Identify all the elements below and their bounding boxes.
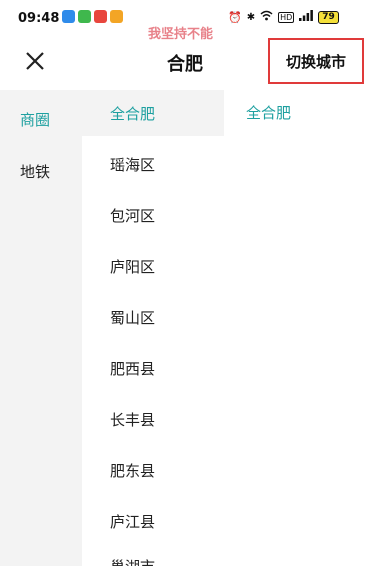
notification-icons xyxy=(62,10,123,23)
app-notification-icon xyxy=(78,10,91,23)
sidebar-item-business-district[interactable]: 商圈 xyxy=(20,109,50,130)
district-item[interactable]: 肥西县 xyxy=(110,358,155,379)
switch-city-button[interactable]: 切换城市 xyxy=(268,38,364,84)
bluetooth-icon: ✱ xyxy=(246,11,256,23)
status-bar: 09:48 我坚持不能 ⏰ ✱ HD 79 xyxy=(0,0,370,42)
district-item[interactable]: 包河区 xyxy=(110,205,155,226)
battery-icon: 79 xyxy=(318,10,339,24)
district-item[interactable]: 全合肥 xyxy=(110,103,155,124)
signal-icon xyxy=(299,10,314,24)
category-sidebar: 商圈 地铁 xyxy=(0,90,82,566)
district-item[interactable]: 蜀山区 xyxy=(110,307,155,328)
watermark-text: 我坚持不能 xyxy=(148,27,214,42)
alarm-icon: ⏰ xyxy=(228,10,242,24)
status-time: 09:48 xyxy=(18,11,60,26)
district-item[interactable]: 长丰县 xyxy=(110,409,155,430)
district-item[interactable]: 肥东县 xyxy=(110,460,155,481)
district-item[interactable]: 瑶海区 xyxy=(110,154,155,175)
wifi-icon xyxy=(260,10,273,24)
district-item[interactable]: 庐江县 xyxy=(110,511,155,532)
sub-area-item[interactable]: 全合肥 xyxy=(246,102,291,123)
system-icons: ⏰ ✱ HD 79 xyxy=(228,10,339,24)
app-notification-icon xyxy=(94,10,107,23)
sub-area-list: 全合肥 xyxy=(224,90,370,566)
app-notification-icon xyxy=(110,10,123,23)
district-item[interactable]: 巢湖市 xyxy=(110,556,155,566)
hd-icon: HD xyxy=(278,11,295,23)
sidebar-item-metro[interactable]: 地铁 xyxy=(20,161,50,182)
app-notification-icon xyxy=(62,10,75,23)
district-item[interactable]: 庐阳区 xyxy=(110,256,155,277)
district-list: 全合肥 瑶海区 包河区 庐阳区 蜀山区 肥西县 长丰县 肥东县 庐江县 巢湖市 xyxy=(82,90,224,566)
